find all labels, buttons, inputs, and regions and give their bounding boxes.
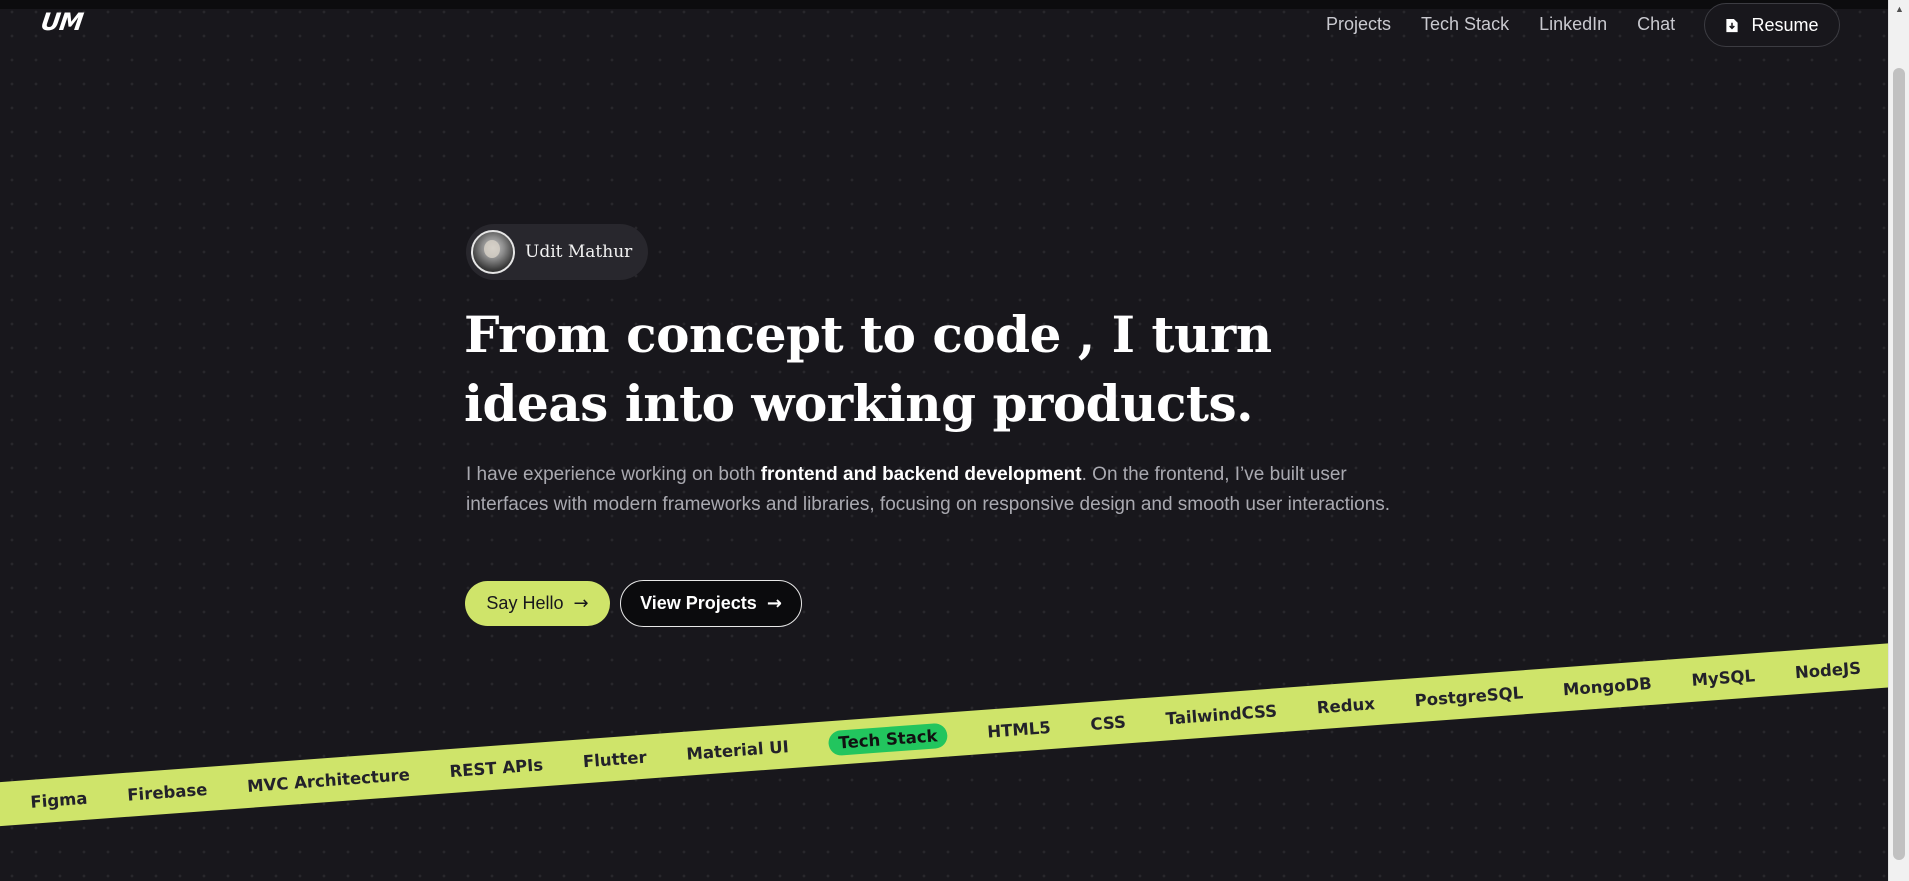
scrollbar-thumb[interactable] — [1893, 68, 1905, 860]
say-hello-button[interactable]: Say Hello → — [465, 581, 610, 626]
arrow-right-icon: → — [766, 593, 782, 614]
intro-text-bold: frontend and backend development — [760, 464, 1082, 485]
nav-link-linkedin[interactable]: LinkedIn — [1539, 14, 1607, 35]
arrow-right-icon: → — [573, 593, 589, 614]
ribbon-item: Redux — [1316, 693, 1376, 717]
scroll-up-arrow-icon[interactable]: ▲ — [1889, 2, 1909, 16]
ribbon-item: Flutter — [582, 747, 648, 771]
main-nav: Projects Tech Stack LinkedIn Chat — [1326, 14, 1705, 35]
ribbon-item: NodeJS — [1794, 657, 1862, 682]
vertical-scrollbar[interactable]: ▲ — [1888, 0, 1909, 881]
resume-label: Resume — [1751, 14, 1819, 35]
nav-link-chat[interactable]: Chat — [1637, 14, 1675, 35]
ribbon-item: Material UI — [685, 736, 790, 764]
ribbon-item: MongoDB — [1562, 673, 1653, 699]
site-logo[interactable]: UM — [39, 8, 84, 36]
ribbon-item: MVC Architecture — [246, 764, 411, 796]
ribbon-item: MySQL — [1690, 665, 1756, 690]
ribbon-item: HTML5 — [986, 717, 1052, 742]
intro-text-start: I have experience working on both — [466, 464, 761, 485]
author-chip: Udit Mathur — [466, 224, 648, 280]
hero-intro: I have experience working on both fronte… — [466, 460, 1426, 520]
ribbon-item: TailwindCSS — [1165, 700, 1278, 728]
nav-link-projects[interactable]: Projects — [1326, 14, 1391, 35]
nav-link-tech-stack[interactable]: Tech Stack — [1421, 14, 1509, 35]
author-name: Udit Mathur — [525, 242, 633, 262]
download-file-icon — [1726, 18, 1739, 32]
ribbon-item: PostgreSQL — [1413, 682, 1524, 710]
avatar — [471, 230, 515, 274]
say-hello-label: Say Hello — [486, 593, 564, 613]
view-projects-button[interactable]: View Projects → — [620, 580, 802, 627]
page-viewport: UM Projects Tech Stack LinkedIn Chat Res… — [0, 0, 1888, 881]
ribbon-item: Figma — [29, 788, 89, 812]
hero-headline: From concept to code , I turn ideas into… — [464, 300, 1364, 438]
ribbon-item: Firebase — [126, 779, 208, 805]
ribbon-item: CSS — [1089, 711, 1127, 734]
ribbon-item: REST APIs — [448, 754, 544, 781]
view-projects-label: View Projects — [640, 593, 757, 613]
top-border — [0, 0, 1888, 9]
tech-stack-ribbon: ReactJSFigmaFirebaseMVC ArchitectureREST… — [0, 634, 1888, 832]
headline-line-1: From concept to code , I turn — [464, 305, 1272, 364]
headline-line-2: ideas into working products. — [464, 374, 1254, 433]
resume-button[interactable]: Resume — [1704, 3, 1840, 47]
ribbon-item: Tech Stack — [827, 722, 949, 756]
